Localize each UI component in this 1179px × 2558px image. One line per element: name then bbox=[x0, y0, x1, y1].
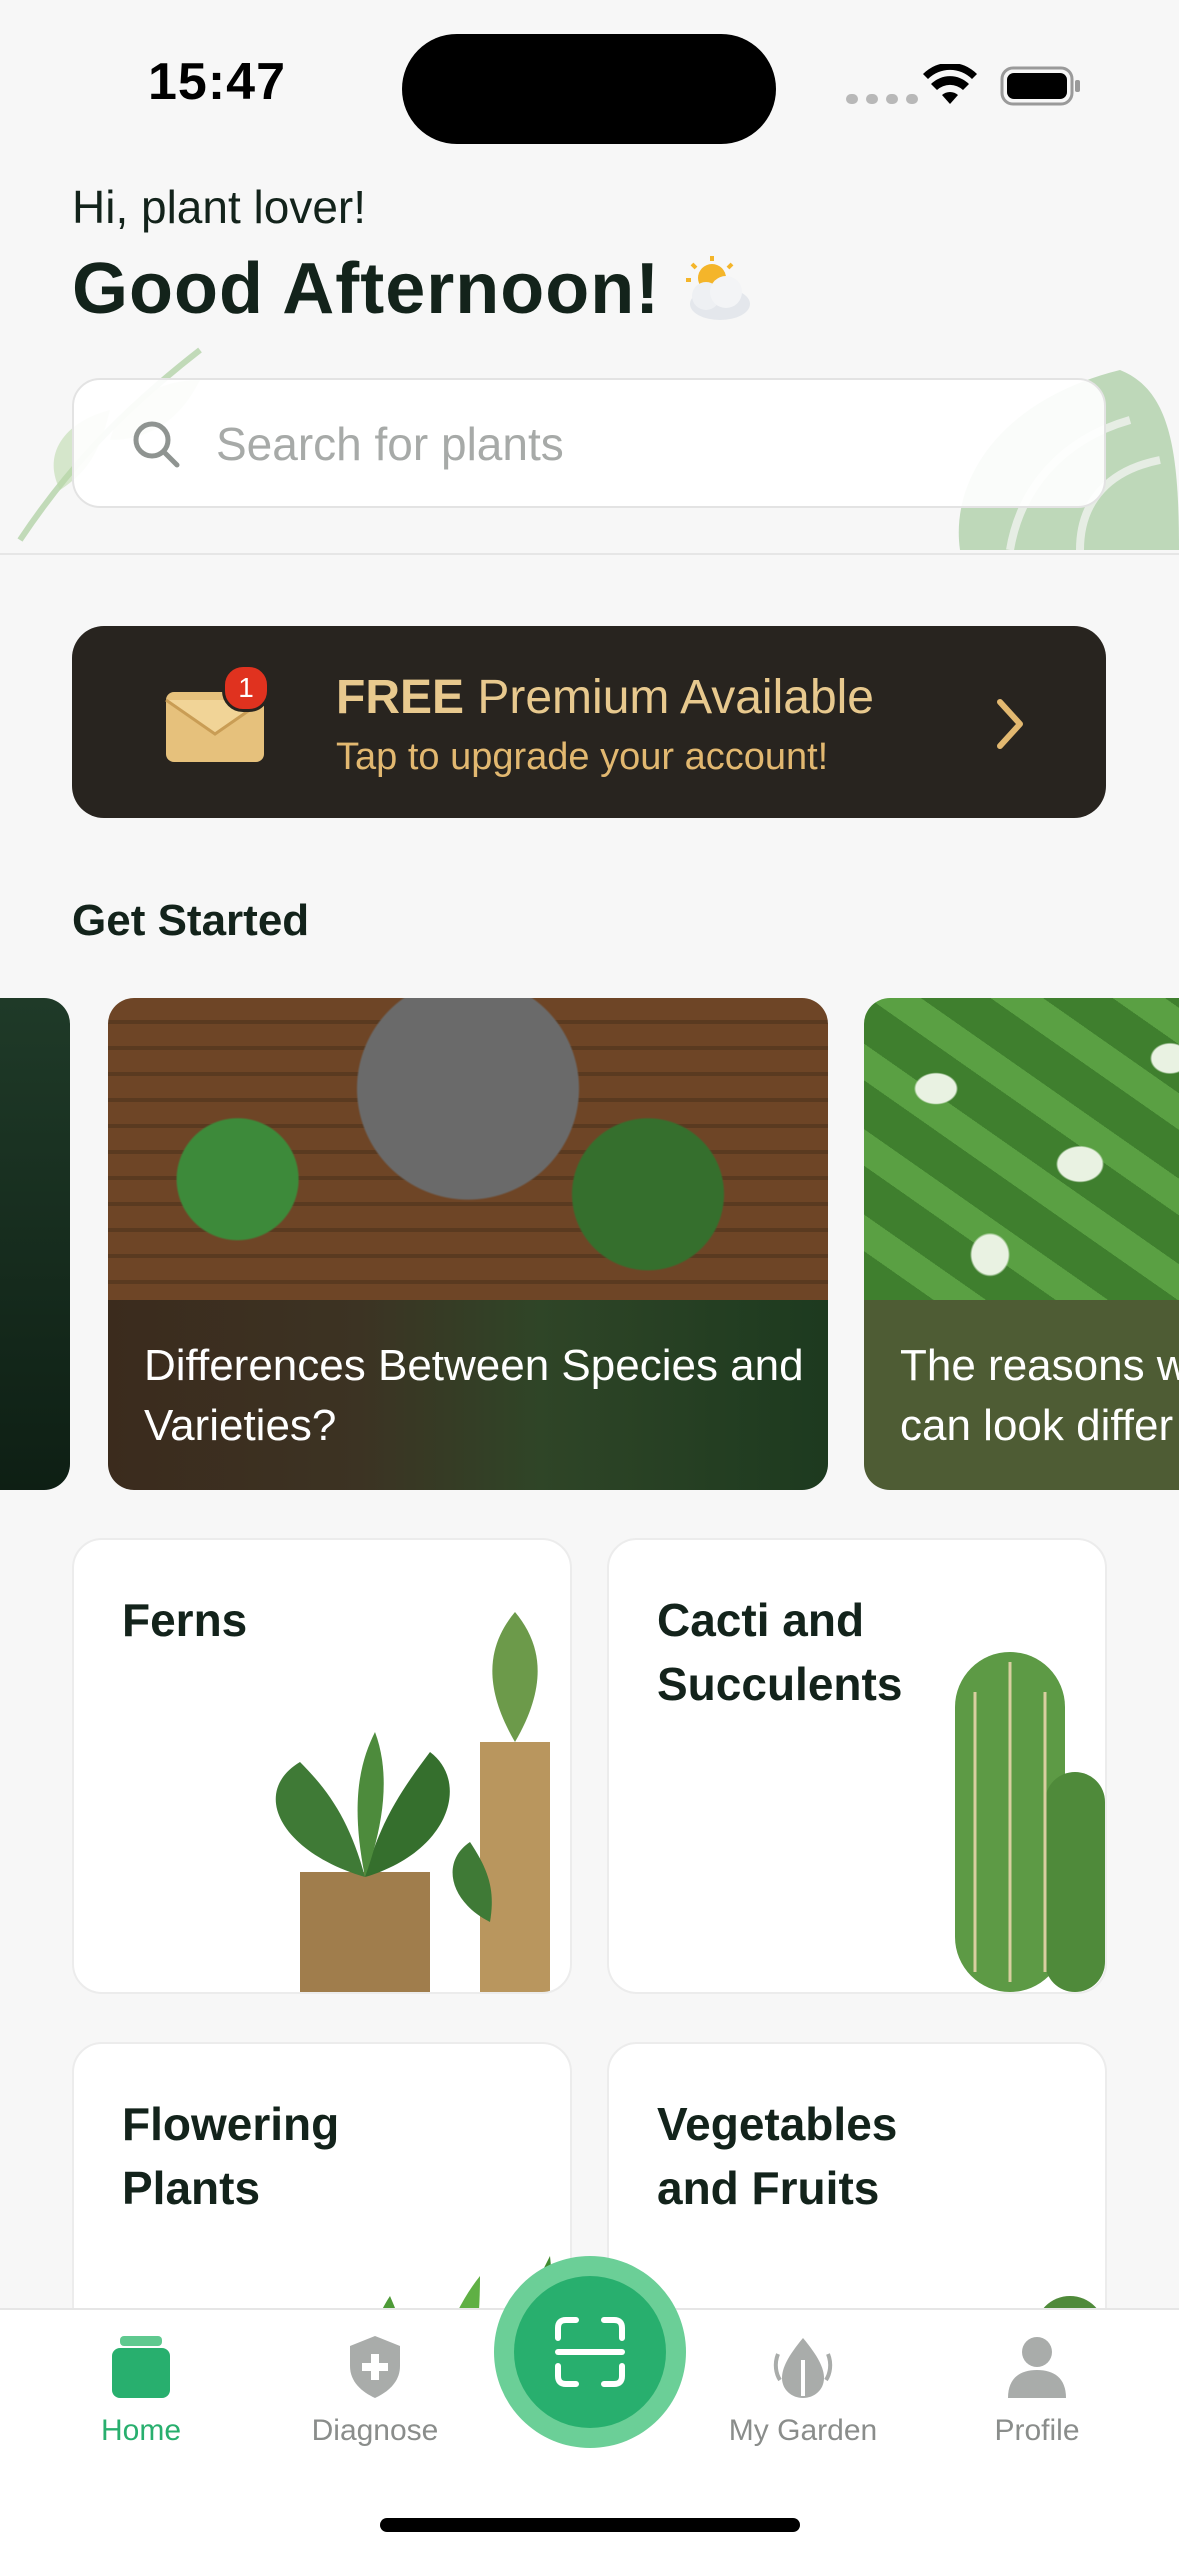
article-image bbox=[864, 998, 1179, 1300]
article-caption: Differences Between Species and Varietie… bbox=[108, 1300, 828, 1490]
section-title: Get Started bbox=[72, 896, 310, 945]
status-time: 15:47 bbox=[148, 53, 286, 111]
nav-label: Diagnose bbox=[311, 2414, 439, 2447]
article-card[interactable]: Differences Between Species and Varietie… bbox=[108, 998, 828, 1490]
nav-diagnose[interactable]: Diagnose bbox=[290, 2334, 460, 2448]
search-bar[interactable] bbox=[72, 378, 1106, 508]
search-input[interactable] bbox=[214, 408, 1018, 480]
premium-title-bold: FREE bbox=[336, 671, 465, 724]
scan-button[interactable] bbox=[514, 2276, 666, 2428]
greeting-text: Hi, plant lover! bbox=[72, 181, 367, 233]
category-tile-ferns[interactable]: Ferns bbox=[72, 1538, 572, 1994]
nav-label: Profile bbox=[994, 2414, 1080, 2447]
shield-plus-icon bbox=[350, 2336, 400, 2398]
cactus-image bbox=[955, 1652, 1105, 1992]
article-caption: The reasons w can look differ bbox=[864, 1300, 1179, 1490]
article-title: Differences Between Species and Varietie… bbox=[144, 1341, 804, 1450]
sun-cloud-icon bbox=[686, 256, 751, 320]
nav-label: Home bbox=[100, 2414, 182, 2447]
dynamic-island bbox=[402, 34, 776, 144]
person-icon bbox=[1008, 2337, 1066, 2398]
article-card[interactable]: The reasons w can look differ bbox=[864, 998, 1179, 1490]
search-icon bbox=[133, 421, 180, 468]
home-indicator bbox=[380, 2518, 800, 2532]
nav-label: My Garden bbox=[728, 2414, 878, 2447]
title-text: Good Afternoon! bbox=[72, 249, 661, 329]
cellular-signal-icon bbox=[846, 94, 918, 104]
premium-title: FREE Premium Available bbox=[336, 670, 874, 725]
article-title: The reasons w can look differ bbox=[900, 1336, 1179, 1456]
fern-plant-image bbox=[275, 1612, 550, 1992]
premium-banner[interactable]: 1 FREE Premium Available Tap to upgrade … bbox=[72, 626, 1106, 818]
scan-icon bbox=[555, 2317, 625, 2387]
premium-title-rest: Premium Available bbox=[477, 671, 874, 724]
chevron-right-icon bbox=[997, 699, 1023, 749]
article-title-text: The reasons w can look differ bbox=[900, 1341, 1179, 1450]
wifi-icon bbox=[923, 64, 977, 104]
nav-profile[interactable]: Profile bbox=[952, 2334, 1122, 2448]
category-label: Flowering Plants bbox=[122, 2098, 340, 2214]
battery-icon bbox=[1000, 66, 1080, 106]
article-card-partial[interactable] bbox=[0, 998, 70, 1490]
article-image bbox=[108, 998, 828, 1300]
premium-subtitle: Tap to upgrade your account! bbox=[336, 736, 829, 778]
page-title: Good Afternoon! bbox=[72, 248, 754, 330]
category-tile-cacti[interactable]: Cacti and Succulents bbox=[607, 1538, 1107, 1994]
leaf-drop-icon bbox=[773, 2338, 833, 2398]
category-label: Vegetables and Fruits bbox=[657, 2098, 898, 2214]
nav-home[interactable]: Home bbox=[56, 2334, 226, 2448]
header-divider bbox=[0, 553, 1179, 555]
nav-my-garden[interactable]: My Garden bbox=[718, 2334, 888, 2448]
home-icon bbox=[112, 2336, 170, 2398]
notification-badge: 1 bbox=[222, 664, 270, 712]
